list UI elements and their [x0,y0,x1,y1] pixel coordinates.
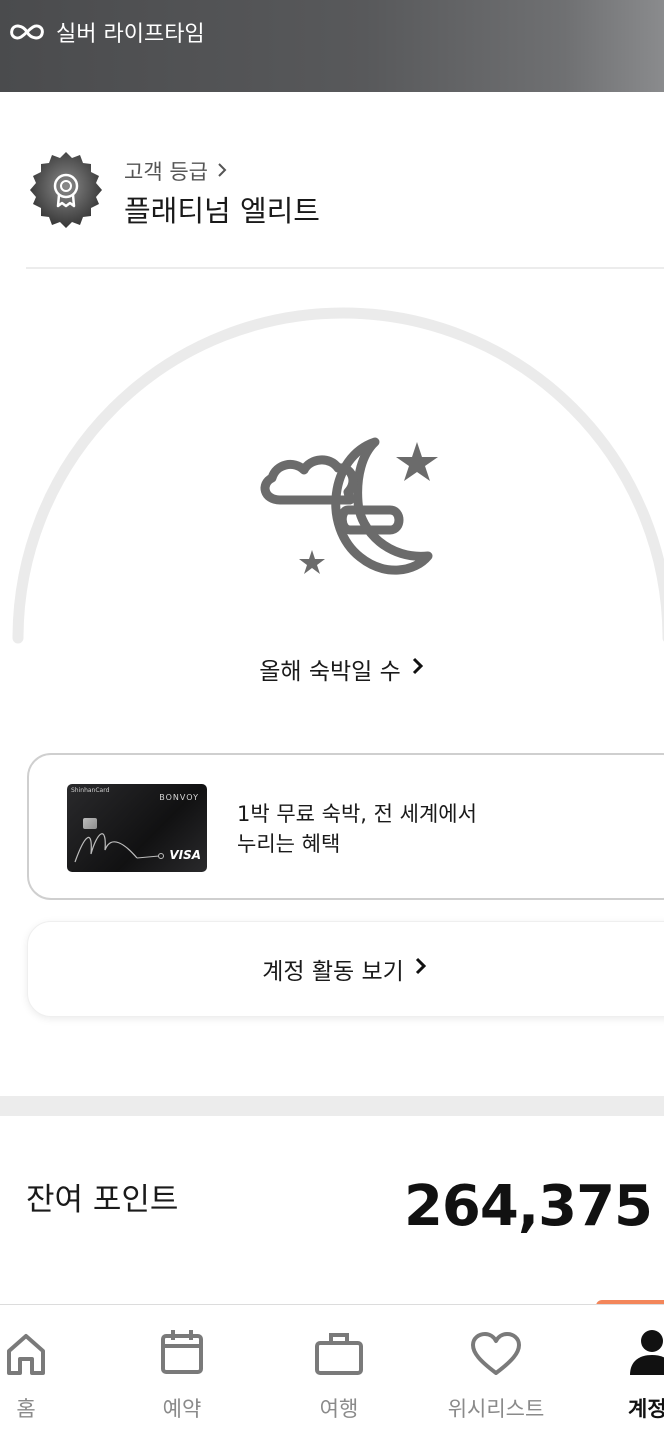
credit-card-promo[interactable]: ShinhanCard BONVOY VISA 1박 무료 숙박, 전 세계에서… [27,753,664,900]
nav-label: 홈 [16,1397,36,1421]
grade-label-text: 고객 등급 [124,160,208,184]
suitcase-icon [313,1323,365,1377]
promo-text: 1박 무료 숙박, 전 세계에서 누리는 혜택 [237,799,477,859]
nav-item-wishlist[interactable]: 위시리스트 [440,1305,552,1440]
nav-label: 여행 [319,1397,359,1421]
nav-label: 예약 [162,1397,202,1421]
customer-grade[interactable]: 고객 등급 플래티넘 엘리트 [26,150,646,230]
promo-line-2: 누리는 혜택 [237,832,341,856]
nav-label: 위시리스트 [447,1397,545,1421]
grade-value: 플래티넘 엘리트 [124,194,320,228]
nav-item-home[interactable]: 홈 [2,1305,50,1440]
card-issuer: ShinhanCard [71,787,110,794]
nav-item-trips[interactable]: 여행 [306,1305,372,1440]
calendar-icon [158,1323,206,1377]
card-network: VISA [169,848,201,862]
chevron-right-icon [414,956,428,982]
nav-label: 계정 [628,1397,664,1421]
moon-cloud-stars-icon [250,432,446,588]
nights-label: 올해 숙박일 수 [259,659,401,685]
tier-name-text: 실버 라이프타임 [56,22,205,47]
nights-this-year-link[interactable]: 올해 숙박일 수 [0,652,664,686]
nav-item-reservations[interactable]: 예약 [150,1305,214,1440]
view-account-activity-button[interactable]: 계정 활동 보기 [27,921,664,1017]
award-badge-icon [26,150,106,230]
chevron-right-icon [411,656,425,682]
credit-card-image: ShinhanCard BONVOY VISA [67,784,207,872]
heart-icon [470,1323,522,1377]
nav-item-account[interactable]: 계정 [628,1305,664,1440]
top-header: 실버 라이프타임 [0,0,664,92]
card-brand: BONVOY [159,793,199,802]
activity-label: 계정 활동 보기 [262,959,404,985]
chevron-right-icon [216,159,228,183]
bottom-nav: 홈 예약 여행 위시리스트 계정 [0,1304,664,1440]
divider [26,267,664,269]
tier-status: 실버 라이프타임 [8,16,205,48]
promo-line-1: 1박 무료 숙박, 전 세계에서 [237,802,477,826]
infinity-icon [8,21,46,43]
person-icon [628,1323,664,1377]
home-icon [4,1323,48,1377]
section-separator [0,1096,664,1116]
points-label: 잔여 포인트 [26,1182,179,1218]
grade-label: 고객 등급 [124,156,228,186]
points-value: 264,375 [403,1174,653,1239]
card-chip [83,818,97,829]
